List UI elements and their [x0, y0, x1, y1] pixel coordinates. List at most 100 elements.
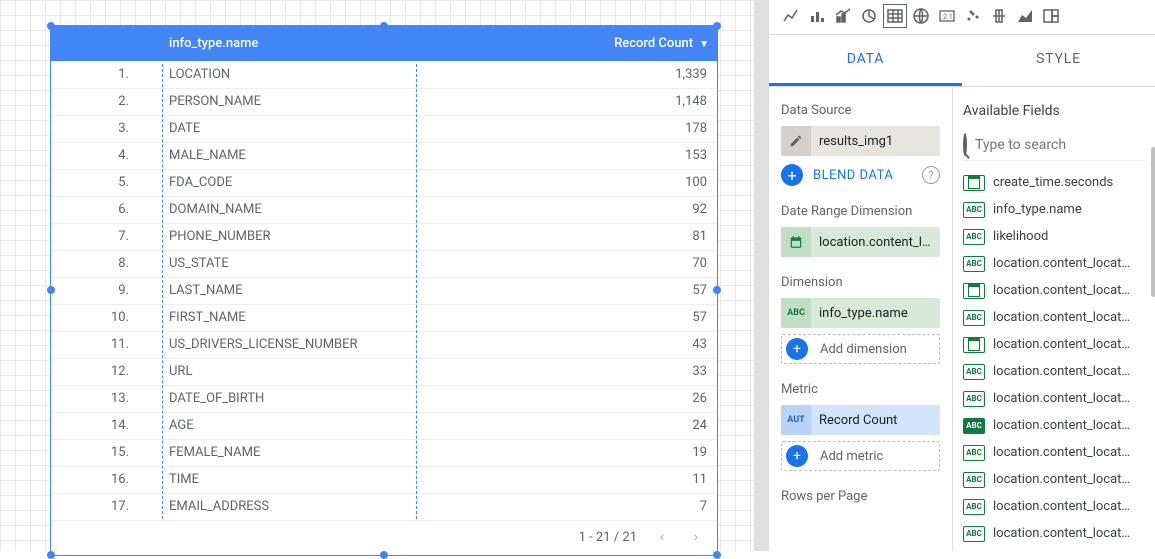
row-index: 14.	[51, 412, 161, 439]
plus-icon: +	[786, 338, 808, 360]
column-divider[interactable]	[162, 64, 163, 519]
metric-chip[interactable]: AUT Record Count	[781, 405, 940, 435]
table-row[interactable]: 15.FEMALE_NAME19	[51, 439, 717, 466]
date-range-dimension-chip[interactable]: location.content_l…	[781, 227, 940, 257]
text-type-icon: ABC	[963, 526, 985, 542]
available-field[interactable]: ABClikelihood	[963, 223, 1145, 250]
table-chart-icon[interactable]	[883, 4, 907, 28]
table-row[interactable]: 9.LAST_NAME57	[51, 277, 717, 304]
available-field[interactable]: location.content_locat…	[963, 331, 1145, 358]
available-field[interactable]: ABC location.content_locat…	[963, 520, 1145, 547]
dimension-label: Dimension	[781, 275, 940, 290]
text-type-icon: ABC	[963, 445, 985, 461]
treemap-icon[interactable]	[1039, 4, 1063, 28]
available-field[interactable]: ABC info_type.name	[963, 196, 1145, 223]
available-field[interactable]: ABClocation.content_locat…	[963, 304, 1145, 331]
add-metric-button[interactable]: + Add metric	[781, 441, 940, 471]
field-name: location.content_locat…	[993, 526, 1130, 541]
combo-chart-icon[interactable]	[831, 4, 855, 28]
row-index: 13.	[51, 385, 161, 412]
column-divider[interactable]	[416, 64, 417, 519]
row-count: 153	[522, 142, 717, 169]
available-field[interactable]: ABClocation.content_locat…	[963, 493, 1145, 520]
table-row[interactable]: 6.DOMAIN_NAME92	[51, 196, 717, 223]
table-row[interactable]: 2.PERSON_NAME1,148	[51, 88, 717, 115]
resize-handle[interactable]	[380, 551, 388, 559]
pager-text: 1 - 21 / 21	[579, 530, 637, 545]
resize-handle[interactable]	[713, 22, 721, 30]
row-index: 12.	[51, 358, 161, 385]
resize-handle[interactable]	[47, 551, 55, 559]
table-row[interactable]: 3.DATE178	[51, 115, 717, 142]
text-type-icon: ABC	[963, 418, 985, 434]
available-field[interactable]: ABClocation.content_locat…	[963, 385, 1145, 412]
available-field[interactable]: location.content_locat…	[963, 277, 1145, 304]
available-field[interactable]: ABClocation.content_locat…	[963, 466, 1145, 493]
row-index: 6.	[51, 196, 161, 223]
data-source-name: results_img1	[811, 134, 940, 149]
next-page-button[interactable]: ›	[687, 529, 705, 547]
available-field[interactable]: ABClocation.content_locat…	[963, 358, 1145, 385]
text-type-icon: ABC	[963, 202, 985, 218]
add-dimension-button[interactable]: + Add dimension	[781, 334, 940, 364]
row-index: 8.	[51, 250, 161, 277]
available-field[interactable]: ABClocation.content_locat…	[963, 412, 1145, 439]
data-source-label: Data Source	[781, 103, 940, 118]
table-row[interactable]: 4.MALE_NAME153	[51, 142, 717, 169]
blend-data-row[interactable]: + BLEND DATA ?	[781, 164, 940, 186]
table-row[interactable]: 7.PHONE_NUMBER81	[51, 223, 717, 250]
row-count: 57	[522, 277, 717, 304]
add-dimension-label: Add dimension	[812, 342, 939, 357]
table-chart[interactable]: info_type.name Record Count▼ 1.LOCATION1…	[50, 25, 718, 556]
resize-handle[interactable]	[380, 22, 388, 30]
available-field[interactable]: create_time.seconds	[963, 169, 1145, 196]
table-row[interactable]: 10.FIRST_NAME57	[51, 304, 717, 331]
header-count[interactable]: Record Count▼	[522, 26, 717, 61]
available-field[interactable]: ABClocation.content_locat…	[963, 439, 1145, 466]
area-chart-icon[interactable]	[1013, 4, 1037, 28]
help-icon[interactable]: ?	[922, 166, 940, 184]
tab-data[interactable]: DATA	[769, 35, 962, 86]
row-name: FDA_CODE	[161, 169, 522, 196]
row-index: 5.	[51, 169, 161, 196]
dimension-chip[interactable]: ABC info_type.name	[781, 298, 940, 328]
table-row[interactable]: 12.URL33	[51, 358, 717, 385]
resize-handle[interactable]	[713, 286, 721, 294]
data-source-chip[interactable]: results_img1	[781, 126, 940, 156]
geo-chart-icon[interactable]	[909, 4, 933, 28]
scorecard-icon[interactable]: 2.1	[935, 4, 959, 28]
field-name: location.content_locat…	[993, 499, 1130, 514]
available-field[interactable]: ABClocation.content_locat…	[963, 547, 1145, 551]
resize-handle[interactable]	[47, 22, 55, 30]
table-row[interactable]: 14.AGE24	[51, 412, 717, 439]
report-canvas[interactable]: info_type.name Record Count▼ 1.LOCATION1…	[0, 0, 768, 551]
resize-handle[interactable]	[713, 551, 721, 559]
row-index: 16.	[51, 466, 161, 493]
header-index	[51, 26, 161, 61]
table-row[interactable]: 13.DATE_OF_BIRTH26	[51, 385, 717, 412]
table-row[interactable]: 5.FDA_CODE100	[51, 169, 717, 196]
table-row[interactable]: 1.LOCATION1,339	[51, 61, 717, 88]
available-fields-title: Available Fields	[963, 103, 1145, 119]
table-row[interactable]: 8.US_STATE70	[51, 250, 717, 277]
prev-page-button[interactable]: ‹	[653, 529, 671, 547]
row-name: DOMAIN_NAME	[161, 196, 522, 223]
available-field[interactable]: ABClocation.content_locat…	[963, 250, 1145, 277]
row-count: 33	[522, 358, 717, 385]
row-count: 19	[522, 439, 717, 466]
date-range-dimension-value: location.content_l…	[811, 235, 940, 250]
field-name: info_type.name	[993, 202, 1082, 217]
line-chart-icon[interactable]	[779, 4, 803, 28]
table-row[interactable]: 16.TIME11	[51, 466, 717, 493]
scatter-chart-icon[interactable]	[961, 4, 985, 28]
table-row[interactable]: 11.US_DRIVERS_LICENSE_NUMBER43	[51, 331, 717, 358]
bar-chart-icon[interactable]	[805, 4, 829, 28]
tab-style[interactable]: STYLE	[962, 35, 1155, 86]
pie-chart-icon[interactable]	[857, 4, 881, 28]
field-search-input[interactable]	[975, 137, 1145, 153]
header-name[interactable]: info_type.name	[161, 26, 522, 61]
table-row[interactable]: 17.EMAIL_ADDRESS7	[51, 493, 717, 520]
field-search[interactable]	[963, 129, 1145, 161]
bullet-chart-icon[interactable]	[987, 4, 1011, 28]
field-name: location.content_locat…	[993, 472, 1130, 487]
